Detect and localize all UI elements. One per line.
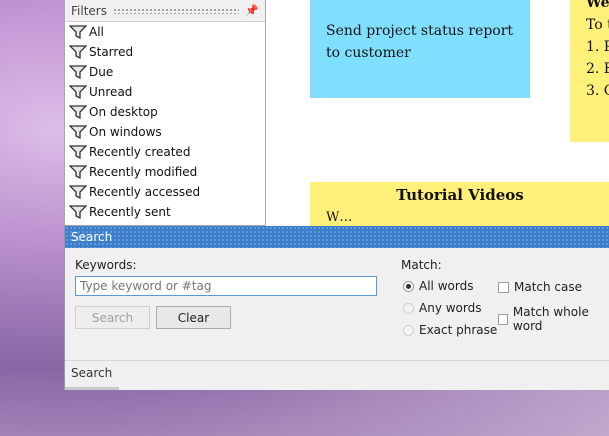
- funnel-icon: [69, 165, 87, 180]
- filter-label: Starred: [89, 45, 134, 59]
- match-whole-word-option[interactable]: Match whole word: [498, 305, 609, 333]
- match-case-option[interactable]: Match case: [498, 280, 582, 294]
- funnel-icon: [69, 45, 87, 60]
- radio-exact-phrase[interactable]: Exact phrase: [403, 323, 497, 337]
- note-line: 1. P: [586, 39, 609, 55]
- funnel-icon: [69, 25, 87, 40]
- filter-label: Recently sent: [89, 205, 171, 219]
- checkbox[interactable]: [498, 313, 508, 325]
- divider: [65, 360, 609, 361]
- filter-label: Unread: [89, 85, 133, 99]
- checkbox-label: Match whole word: [512, 305, 589, 333]
- filters-panel: Filters 📌 All Starred Due Unread On desk…: [64, 0, 266, 226]
- filters-title: Filters: [71, 3, 107, 18]
- filter-label: On desktop: [89, 105, 158, 119]
- checkbox[interactable]: [498, 281, 509, 293]
- funnel-icon: [69, 65, 87, 80]
- filter-item-on-windows[interactable]: On windows: [65, 122, 265, 142]
- filters-header: Filters 📌: [65, 0, 265, 22]
- radio-button[interactable]: [403, 324, 414, 336]
- filter-item-unread[interactable]: Unread: [65, 82, 265, 102]
- filter-label: Due: [89, 65, 114, 79]
- keywords-input[interactable]: [75, 276, 377, 296]
- note-title: Tutorial Videos: [396, 186, 524, 204]
- filter-item-recently-accessed[interactable]: Recently accessed: [65, 182, 265, 202]
- filter-item-recently-modified[interactable]: Recently modified: [65, 162, 265, 182]
- funnel-icon: [69, 105, 87, 120]
- funnel-icon: [69, 85, 87, 100]
- note-text: W…: [326, 210, 353, 225]
- funnel-icon: [69, 145, 87, 160]
- filter-label: Recently created: [89, 145, 191, 159]
- funnel-icon: [69, 125, 87, 140]
- radio-label: Any words: [419, 301, 482, 315]
- radio-label: Exact phrase: [419, 323, 498, 337]
- radio-any-words[interactable]: Any words: [403, 301, 481, 315]
- note-line: We: [586, 0, 609, 11]
- tab-search[interactable]: Search: [65, 362, 119, 390]
- filter-item-recently-created[interactable]: Recently created: [65, 142, 265, 162]
- checkbox-label: Match case: [514, 280, 583, 294]
- grip-dots[interactable]: [112, 7, 240, 14]
- radio-label: All words: [419, 279, 474, 293]
- filter-item-due[interactable]: Due: [65, 62, 265, 82]
- filter-label: Recently accessed: [89, 185, 201, 199]
- radio-button[interactable]: [403, 302, 414, 314]
- notes-canvas: Send project status report to customer W…: [266, 0, 609, 242]
- radio-button[interactable]: [403, 280, 414, 292]
- filter-item-all[interactable]: All: [65, 22, 265, 42]
- keywords-label: Keywords:: [75, 258, 137, 272]
- note-line: 2. E: [586, 61, 609, 77]
- sticky-note-status-report[interactable]: Send project status report to customer: [310, 0, 530, 98]
- search-button[interactable]: Search: [75, 306, 150, 329]
- search-panel: Search Keywords: Search Clear Match: All…: [64, 226, 609, 390]
- match-label: Match:: [401, 258, 442, 272]
- funnel-icon: [69, 205, 87, 220]
- sticky-note-partial[interactable]: We To t 1. P 2. E 3. C: [570, 0, 609, 142]
- funnel-icon: [69, 185, 87, 200]
- filter-label: Recently modified: [89, 165, 198, 179]
- pin-icon[interactable]: 📌: [245, 4, 259, 17]
- note-text: Send project status report to customer: [326, 23, 514, 61]
- filter-list: All Starred Due Unread On desktop On win…: [65, 22, 265, 222]
- search-title-bar[interactable]: Search: [65, 226, 609, 248]
- clear-button[interactable]: Clear: [156, 306, 231, 329]
- radio-all-words[interactable]: All words: [403, 279, 473, 293]
- filter-label: All: [89, 25, 104, 39]
- filter-item-on-desktop[interactable]: On desktop: [65, 102, 265, 122]
- note-line: 3. C: [586, 83, 609, 99]
- filter-item-starred[interactable]: Starred: [65, 42, 265, 62]
- filter-label: On windows: [89, 125, 162, 139]
- filter-item-recently-sent[interactable]: Recently sent: [65, 202, 265, 222]
- note-line: To t: [586, 17, 609, 33]
